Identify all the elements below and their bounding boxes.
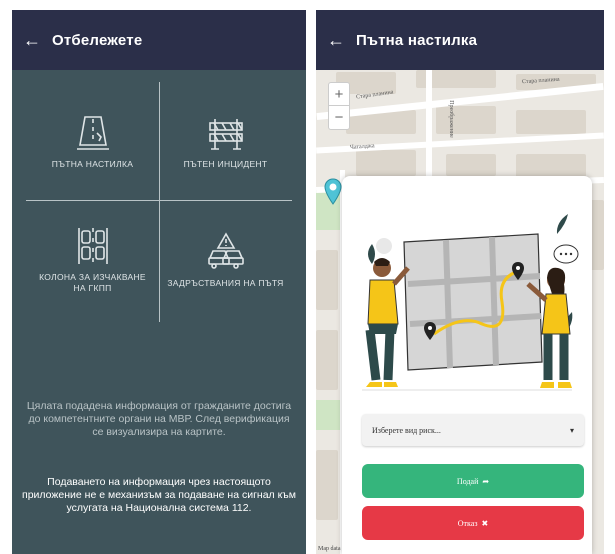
zoom-out-button[interactable]: −	[329, 106, 349, 129]
dropdown-caret-icon: ▾	[569, 425, 574, 435]
category-road-incident[interactable]: ПЪТЕН ИНЦИДЕНТ	[159, 82, 292, 200]
category-grid: ПЪТНА НАСТИЛКА ПЪТЕН ИНЦИДЕНТ КОЛОНА ЗА	[26, 82, 292, 322]
cancel-label: Отказ	[457, 518, 478, 528]
traffic-jam-icon	[207, 231, 244, 269]
info-text: Цялата подадена информация от гражданите…	[26, 400, 292, 438]
submit-button[interactable]: Подай ➦	[362, 464, 584, 498]
map-people-illustration	[362, 214, 579, 391]
page-title: Пътна настилка	[356, 31, 478, 49]
category-label: ПЪТНА НАСТИЛКА	[51, 158, 134, 169]
category-label: ПЪТЕН ИНЦИДЕНТ	[183, 158, 268, 169]
zoom-controls: + −	[328, 82, 350, 130]
page-title: Отбележете	[52, 31, 143, 49]
category-traffic-jam[interactable]: ЗАДРЪСТВАНИЯ НА ПЪТЯ	[159, 201, 292, 319]
street-label: Преображение	[447, 100, 454, 138]
arrow-left-icon[interactable]: ←	[12, 30, 52, 51]
share-arrow-icon: ➦	[482, 476, 490, 486]
category-label: ЗАДРЪСТВАНИЯ НА ПЪТЯ	[167, 277, 284, 288]
category-label: КОЛОНА ЗА ИЗЧАКВАНЕ НА ГКПП	[39, 272, 146, 293]
traffic-queue-icon	[77, 228, 108, 264]
mark-category-screen: ← Отбележете ПЪТНА НАСТИЛКА ПЪТЕН ИНЦИДЕ…	[12, 10, 306, 554]
disclaimer-text: Подаването на информация чрез настоящото…	[22, 476, 296, 514]
map-attribution: Map data	[318, 546, 341, 552]
cancel-button[interactable]: Отказ ✖	[362, 506, 584, 540]
location-pin-icon[interactable]	[324, 178, 342, 206]
road-surface-report-screen: ← Пътна настилка Стара планина Стара пла…	[316, 10, 604, 554]
road-surface-icon	[76, 115, 109, 150]
arrow-left-icon[interactable]: ←	[316, 30, 356, 51]
risk-type-select[interactable]: Изберете вид риск... ▾	[362, 414, 584, 446]
select-placeholder: Изберете вид риск...	[372, 425, 441, 435]
close-icon: ✖	[481, 518, 489, 528]
category-road-surface[interactable]: ПЪТНА НАСТИЛКА	[26, 82, 159, 200]
report-modal: Изберете вид риск... ▾ Подай ➦ Отказ ✖	[342, 176, 592, 554]
road-barrier-icon	[208, 118, 243, 150]
category-border-queue[interactable]: КОЛОНА ЗА ИЗЧАКВАНЕ НА ГКПП	[26, 201, 159, 319]
zoom-in-button[interactable]: +	[329, 83, 349, 106]
header-bar: ← Отбележете	[12, 10, 306, 70]
header-bar: ← Пътна настилка	[316, 10, 604, 70]
submit-label: Подай	[456, 476, 479, 486]
